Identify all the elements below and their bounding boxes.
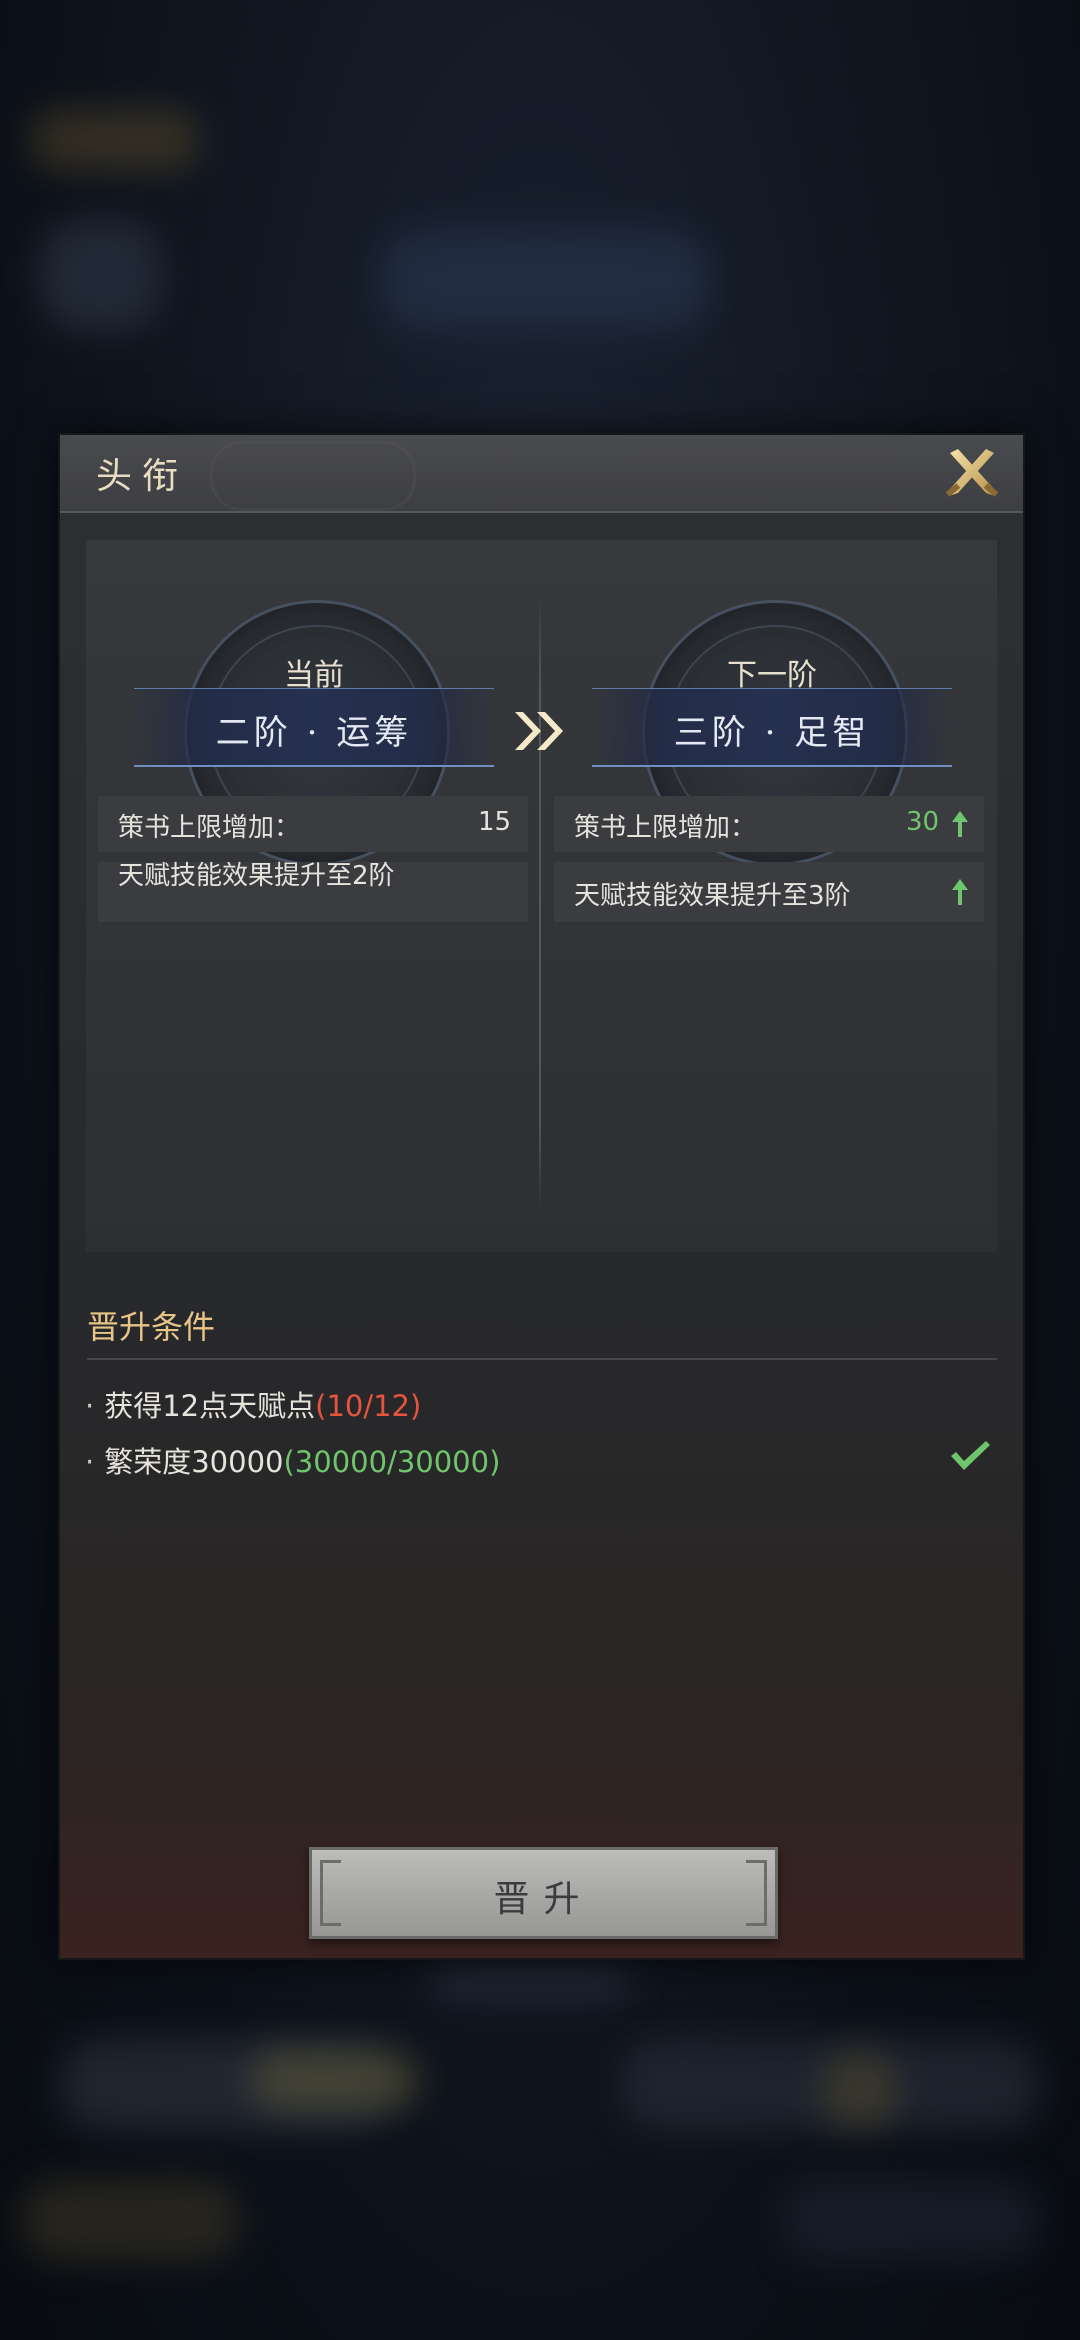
condition-text: 繁荣度30000 bbox=[104, 1445, 284, 1479]
checkmark-icon bbox=[951, 1441, 990, 1470]
promote-button[interactable]: 晋升 bbox=[309, 1847, 778, 1939]
crossed-blades-close-icon bbox=[945, 449, 999, 497]
title-promotion-dialog: 头衔 当前 二阶 · 运筹 下一阶 三阶 · 足智 策书上限增加： 15 天赋技… bbox=[58, 433, 1025, 1960]
double-chevron-right-icon bbox=[515, 712, 563, 750]
stat-value: 15 bbox=[478, 807, 512, 837]
next-stat-row: 天赋技能效果提升至3阶 bbox=[554, 862, 984, 922]
dialog-title: 头衔 bbox=[96, 456, 189, 497]
header-ornament bbox=[210, 441, 416, 511]
section-divider bbox=[87, 1358, 997, 1360]
tier-comparison-panel: 当前 二阶 · 运筹 下一阶 三阶 · 足智 策书上限增加： 15 天赋技能效果… bbox=[86, 540, 997, 1252]
current-stat-row: 策书上限增加： 15 bbox=[98, 796, 528, 852]
bullet: · bbox=[85, 1445, 95, 1479]
stat-label: 天赋技能效果提升至3阶 bbox=[574, 881, 851, 911]
condition-item: · 获得12点天赋点(10/12) bbox=[85, 1383, 421, 1425]
current-tier-band: 二阶 · 运筹 bbox=[134, 688, 494, 767]
stat-value: 30 bbox=[906, 807, 940, 837]
green-up-arrow-icon bbox=[952, 879, 968, 905]
next-stat-row: 策书上限增加： 30 bbox=[554, 796, 984, 852]
next-tier-name: 三阶 · 足智 bbox=[673, 713, 871, 753]
green-up-arrow-icon bbox=[952, 811, 968, 837]
close-button[interactable] bbox=[940, 441, 1004, 505]
promote-button-label: 晋升 bbox=[493, 1879, 594, 1920]
bullet: · bbox=[85, 1389, 95, 1423]
promotion-conditions-title: 晋升条件 bbox=[87, 1308, 216, 1346]
divider bbox=[539, 595, 541, 1212]
condition-text: 获得12点天赋点 bbox=[104, 1389, 316, 1423]
stat-label: 策书上限增加： bbox=[574, 813, 757, 843]
next-tier-band: 三阶 · 足智 bbox=[592, 688, 952, 767]
condition-item: · 繁荣度30000(30000/30000) bbox=[85, 1439, 500, 1481]
stat-label: 天赋技能效果提升至2阶 bbox=[118, 861, 395, 891]
condition-progress: (30000/30000) bbox=[283, 1445, 501, 1479]
current-tier-name: 二阶 · 运筹 bbox=[215, 713, 413, 753]
stat-label: 策书上限增加： bbox=[118, 813, 301, 843]
dialog-header: 头衔 bbox=[60, 435, 1023, 513]
condition-progress: (10/12) bbox=[315, 1389, 422, 1423]
current-stat-row: 天赋技能效果提升至2阶 bbox=[98, 861, 528, 922]
